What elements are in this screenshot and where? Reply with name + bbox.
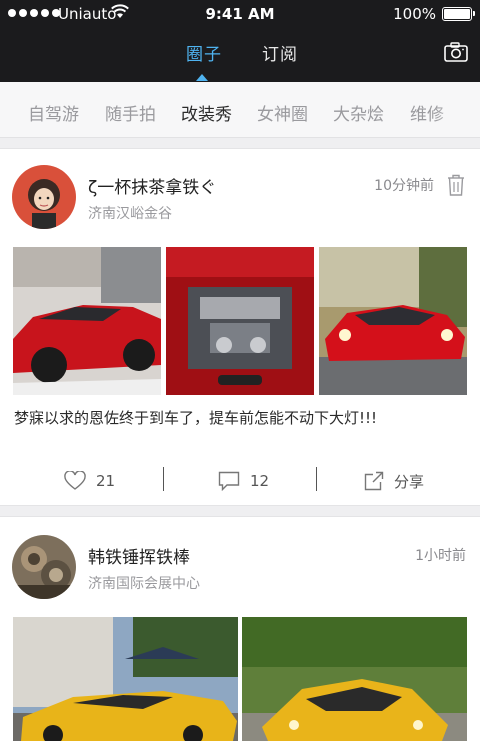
post-location: 济南国际会展中心 bbox=[88, 576, 200, 592]
camera-icon[interactable] bbox=[444, 42, 468, 62]
comment-button[interactable]: 12 bbox=[218, 461, 269, 501]
action-divider bbox=[316, 467, 317, 491]
active-tab-indicator bbox=[196, 74, 208, 81]
like-count: 21 bbox=[96, 472, 116, 490]
category-modified-cars[interactable]: 改装秀 bbox=[181, 100, 232, 125]
trash-icon[interactable] bbox=[446, 173, 466, 197]
post-time: 10分钟前 bbox=[374, 178, 434, 194]
share-button[interactable]: 分享 bbox=[364, 461, 424, 501]
post-author[interactable]: 韩铁锤挥铁棒 bbox=[88, 543, 190, 568]
post-actions: 21 12 分享 bbox=[0, 461, 480, 501]
post-time: 1小时前 bbox=[415, 548, 466, 564]
nav-tabs: 圈子 订阅 bbox=[0, 40, 480, 68]
category-goddess[interactable]: 女神圈 bbox=[257, 100, 308, 125]
share-icon bbox=[364, 471, 384, 491]
app-screen: Uniauto 9:41 AM 100% 圈子 订阅 自驾游 随手拍 改装秀 女… bbox=[0, 0, 480, 745]
category-self-drive[interactable]: 自驾游 bbox=[28, 100, 79, 125]
post-card[interactable]: 韩铁锤挥铁棒 济南国际会展中心 1小时前 bbox=[0, 516, 480, 745]
post-photo[interactable] bbox=[319, 247, 467, 395]
tab-subscribe[interactable]: 订阅 bbox=[262, 40, 298, 65]
post-photo[interactable] bbox=[242, 617, 467, 741]
like-button[interactable]: 21 bbox=[64, 461, 115, 501]
heart-icon bbox=[64, 471, 86, 491]
status-bar: Uniauto 9:41 AM 100% bbox=[0, 0, 480, 28]
category-miscellany[interactable]: 大杂烩 bbox=[333, 100, 384, 125]
action-divider bbox=[163, 467, 164, 491]
category-bar: 自驾游 随手拍 改装秀 女神圈 大杂烩 维修 bbox=[0, 82, 480, 138]
battery-percent: 100% bbox=[393, 5, 436, 23]
avatar[interactable] bbox=[12, 535, 76, 599]
post-text: 梦寐以求的恩佐终于到车了，提车前怎能不动下大灯!!! bbox=[14, 409, 378, 427]
post-photo[interactable] bbox=[13, 617, 238, 741]
post-author[interactable]: ζ一杯抹茶拿铁ぐ bbox=[88, 173, 216, 198]
share-label: 分享 bbox=[394, 472, 425, 491]
post-location: 济南汉峪金谷 bbox=[88, 206, 172, 222]
battery-icon bbox=[442, 7, 475, 21]
avatar[interactable] bbox=[12, 165, 76, 229]
category-snapshots[interactable]: 随手拍 bbox=[105, 100, 156, 125]
post-photo[interactable] bbox=[13, 247, 161, 395]
comment-count: 12 bbox=[250, 472, 270, 490]
post-photo[interactable] bbox=[166, 247, 314, 395]
category-fade bbox=[434, 82, 480, 137]
comment-icon bbox=[218, 471, 240, 491]
tab-circle[interactable]: 圈子 bbox=[186, 40, 222, 65]
top-bar: Uniauto 9:41 AM 100% 圈子 订阅 bbox=[0, 0, 480, 82]
post-card[interactable]: ζ一杯抹茶拿铁ぐ 济南汉峪金谷 10分钟前 梦寐以求的恩佐终于到车了，提车前怎能… bbox=[0, 148, 480, 506]
